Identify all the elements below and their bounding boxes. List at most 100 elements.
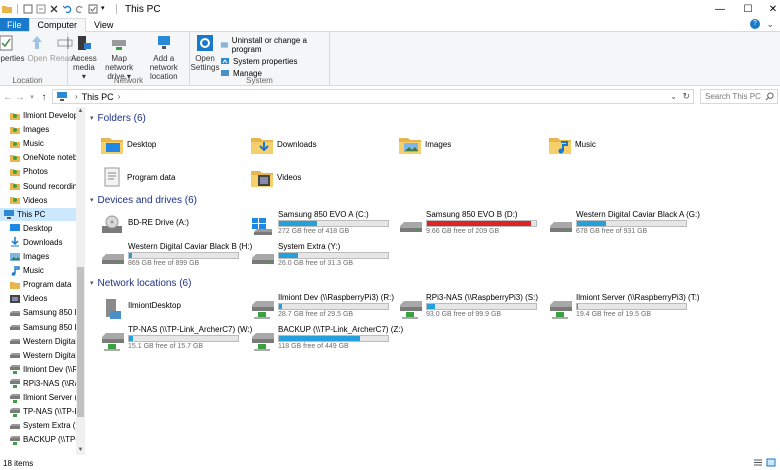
nav-item[interactable]: RPi3-NAS (\\Rasp [0,377,76,390]
drive-tile[interactable]: System Extra (Y:) 26.0 GB free of 31.3 GB [250,241,395,271]
tiles-view-icon[interactable] [766,458,776,467]
scroll-up-icon[interactable]: ▲ [76,107,85,116]
address-bar[interactable]: › This PC › ⌄ ↻ [52,89,694,104]
network-drive-icon [10,364,20,375]
nav-item[interactable]: Images [0,250,76,263]
user-folder-icon [10,125,20,135]
folder-tile[interactable]: Videos [250,162,301,192]
view-buttons [753,458,776,467]
drive-tile[interactable]: Western Digital Caviar Black B (H:) 869 G… [100,241,252,271]
nav-item-label: Sound recording [23,181,76,191]
nav-item[interactable]: Photos [0,165,76,178]
nav-item[interactable]: BACKUP (\\TP-Li [0,433,76,446]
nav-item[interactable]: Ilmiont Developr [0,109,76,122]
folder-name: Program data [127,172,176,182]
drive-icon [10,336,20,346]
nav-item[interactable]: Videos [0,194,76,207]
nav-item[interactable]: Music [0,137,76,150]
drive-usage-fill [279,336,360,341]
nav-item[interactable]: Ilmiont Server (\\ [0,391,76,404]
nav-item[interactable]: Western Digital C [0,335,76,348]
drive-tile[interactable]: BD-RE Drive (A:) [100,209,245,239]
up-arrow-icon[interactable]: ↑ [38,92,50,103]
folder-tile[interactable]: Program data [100,162,175,192]
forward-arrow-icon[interactable]: → [14,92,26,103]
close-button[interactable]: ✕ [758,0,780,18]
new-folder-icon[interactable] [36,4,46,14]
breadcrumb-this-pc[interactable]: This PC [82,92,114,102]
user-folder-icon [10,153,20,163]
nav-item-label: Desktop [23,223,53,233]
scroll-down-icon[interactable]: ▼ [76,446,85,455]
folder-tile[interactable]: Downloads [250,129,317,159]
drive-tile[interactable]: Western Digital Caviar Black A (G:) 678 G… [548,209,700,239]
chevron-right-icon[interactable]: › [118,92,121,101]
help-icon[interactable]: ? [750,19,760,29]
drive-tile[interactable]: Samsung 850 EVO A (C:) 272 GB free of 418… [250,209,395,239]
network-location-tile[interactable]: IlmiontDesktop [100,292,245,322]
network-location-tile[interactable]: RPi3-NAS (\\RaspberryPi3) (S:) 93.0 GB fr… [398,292,543,322]
nav-item-label: Videos [23,195,48,205]
network-location-tile[interactable]: BACKUP (\\TP-Link_ArcherC7) (Z:) 118 GB f… [250,324,403,354]
network-location-tile[interactable]: Ilmiont Dev (\\RaspberryPi3) (R:) 28.7 GB… [250,292,395,322]
tab-computer[interactable]: Computer [28,18,87,32]
chevron-down-icon[interactable]: ▾ [90,196,94,204]
checkbox-icon[interactable] [88,4,98,14]
minimize-button[interactable]: — [705,0,735,18]
redo-icon[interactable] [75,4,85,14]
folder-tile[interactable]: Desktop [100,129,156,159]
nav-item[interactable]: OneNote notebo [0,151,76,164]
drive-usage-fill [279,253,298,258]
uninstall-program-button[interactable]: Uninstall or change a program [220,36,326,54]
chevron-down-icon[interactable]: ▾ [101,4,111,14]
drive-usage-bar [278,303,389,310]
nav-item[interactable]: Images [0,123,76,136]
nav-item[interactable]: Music [0,264,76,277]
delete-icon[interactable] [49,4,59,14]
quick-access-toolbar: ▾ [0,4,119,14]
section-header-devices[interactable]: ▾ Devices and drives (6) [90,193,197,207]
details-view-icon[interactable] [753,458,763,467]
chevron-down-icon[interactable]: ⌄ [670,92,677,101]
chevron-right-icon[interactable]: › [75,92,78,101]
chevron-down-icon[interactable]: ▾ [90,114,94,122]
nav-item[interactable]: Program data [0,278,76,291]
network-location-icon [157,36,170,49]
folder-tile[interactable]: Images [398,129,451,159]
nav-item[interactable]: This PC [0,207,76,221]
drive-usage-fill [129,253,133,258]
section-header-network[interactable]: ▾ Network locations (6) [90,276,191,290]
nav-item[interactable]: Samsung 850 EVC [0,306,76,319]
back-arrow-icon[interactable]: ← [2,92,14,103]
refresh-icon[interactable]: ↻ [682,91,690,102]
search-input[interactable]: Search This PC [700,89,778,104]
ribbon: Properties Open Rename Location Access m… [0,32,780,86]
section-header-folders[interactable]: ▾ Folders (6) [90,111,146,125]
folder-tile[interactable]: Music [548,129,596,159]
nav-item[interactable]: Sound recording [0,180,76,193]
tab-view[interactable]: View [86,18,121,31]
drive-icon [398,214,422,236]
nav-item-label: Music [23,266,44,276]
chevron-down-icon[interactable]: ⌄ [766,19,774,30]
system-properties-button[interactable]: System properties [220,56,326,66]
nav-item[interactable]: Samsung 850 EVC [0,321,76,334]
properties-icon[interactable] [23,4,33,14]
chevron-down-icon[interactable]: ▾ [90,279,94,287]
nav-item[interactable]: Ilmiont Dev (\\Ra [0,363,76,376]
network-location-tile[interactable]: Ilmiont Server (\\RaspberryPi3) (T:) 19.4… [548,292,700,322]
drive-tile[interactable]: Samsung 850 EVO B (D:) 9.66 GB free of 20… [398,209,543,239]
nav-scrollbar[interactable]: ▲ ▼ [76,107,85,455]
tab-file[interactable]: File [0,18,29,31]
drive-free-space: 9.66 GB free of 209 GB [426,228,500,235]
nav-item[interactable]: Downloads [0,236,76,249]
chevron-down-icon[interactable]: ▾ [26,93,38,101]
scrollbar-thumb[interactable] [77,267,84,417]
undo-icon[interactable] [62,4,72,14]
nav-item[interactable]: Videos [0,292,76,305]
nav-item[interactable]: Desktop [0,222,76,235]
nav-item[interactable]: Western Digital C [0,349,76,362]
network-location-tile[interactable]: TP-NAS (\\TP-Link_ArcherC7) (W:) 15.1 GB … [100,324,252,354]
nav-item[interactable]: TP-NAS (\\TP-Li [0,405,76,418]
nav-item[interactable]: System Extra (Y:) [0,419,76,432]
